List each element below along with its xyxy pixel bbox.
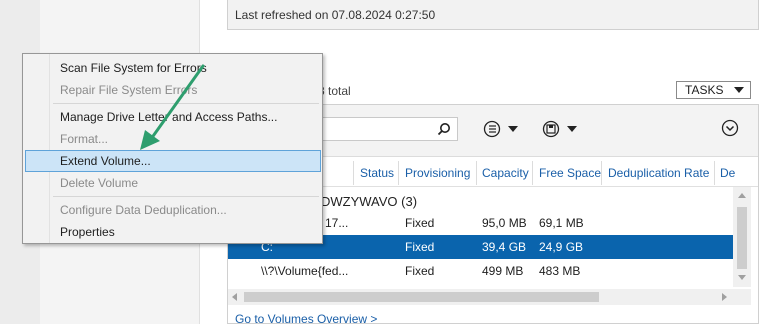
scroll-left-icon[interactable] (232, 293, 237, 301)
menu-item-extend-volume[interactable]: Extend Volume... (25, 150, 321, 172)
column-separator (714, 161, 715, 185)
column-header-de[interactable]: De (720, 166, 735, 180)
free-space-cell: 483 MB (539, 264, 581, 278)
menu-item-properties[interactable]: Properties (25, 221, 321, 243)
menu-item-scan-file-system[interactable]: Scan File System for Errors (25, 57, 321, 79)
capacity-cell: 95,0 MB (482, 216, 527, 230)
column-separator (532, 161, 533, 185)
volumes-overview-link[interactable]: Go to Volumes Overview > (235, 312, 377, 324)
search-icon[interactable] (437, 122, 451, 136)
menu-item-format: Format... (25, 128, 321, 150)
scroll-right-icon[interactable] (722, 293, 727, 301)
scroll-up-icon[interactable] (738, 193, 746, 198)
scrollbar-thumb[interactable] (244, 292, 599, 302)
scrollbar-thumb[interactable] (737, 207, 747, 269)
free-space-cell: 24,9 GB (539, 240, 584, 254)
horizontal-scrollbar[interactable] (228, 289, 733, 305)
column-header-deduplication-rate[interactable]: Deduplication Rate (608, 166, 709, 180)
menu-item-label: Properties (60, 225, 115, 239)
capacity-cell: 39,4 GB (482, 240, 527, 254)
column-header-status[interactable]: Status (360, 166, 394, 180)
menu-item-label: Configure Data Deduplication... (60, 203, 227, 217)
menu-item-delete-volume: Delete Volume (25, 172, 321, 194)
volume-cell: 17... (325, 216, 349, 230)
save-icon (542, 120, 577, 138)
last-refreshed-text: Last refreshed on 07.08.2024 0:27:50 (235, 8, 436, 22)
refresh-status-panel: Last refreshed on 07.08.2024 0:27:50 (227, 0, 759, 30)
volume-cell: \\?\Volume{fed... (261, 264, 349, 278)
menu-item-label: Manage Drive Letter and Access Paths... (60, 110, 278, 124)
column-separator (601, 161, 602, 185)
menu-item-label: Delete Volume (60, 176, 139, 190)
free-space-cell: 69,1 MB (539, 216, 584, 230)
menu-item-label: Extend Volume... (60, 154, 151, 168)
provisioning-cell: Fixed (405, 240, 435, 254)
server-group-label: DWZYWAVO (3) (321, 194, 418, 209)
menu-item-manage-drive-letter[interactable]: Manage Drive Letter and Access Paths... (25, 106, 321, 128)
chevron-down-circle-icon (721, 119, 739, 137)
menu-item-configure-deduplication: Configure Data Deduplication... (25, 199, 321, 221)
chevron-down-icon (734, 87, 744, 93)
menu-item-label: Format... (60, 132, 109, 146)
list-options-icon (483, 120, 518, 138)
menu-separator (53, 103, 319, 104)
list-options-button[interactable] (482, 119, 526, 139)
tasks-dropdown-button[interactable]: TASKS (676, 81, 751, 99)
column-separator (476, 161, 477, 185)
menu-item-repair-file-system: Repair File System Errors (25, 79, 321, 101)
vertical-scrollbar[interactable] (733, 187, 751, 287)
table-row[interactable]: \\?\Volume{fed... Fixed 499 MB 483 MB (228, 259, 733, 283)
column-separator (353, 161, 354, 185)
capacity-cell: 499 MB (482, 264, 524, 278)
save-query-button[interactable] (541, 119, 585, 139)
menu-item-label: Repair File System Errors (60, 83, 198, 97)
menu-separator (53, 196, 319, 197)
column-header-provisioning[interactable]: Provisioning (405, 166, 470, 180)
column-separator (398, 161, 399, 185)
scroll-down-icon[interactable] (738, 275, 746, 280)
collapse-button[interactable] (721, 119, 739, 137)
column-header-free-space[interactable]: Free Space (539, 166, 601, 180)
scrollbar-corner (733, 289, 751, 305)
context-menu: Scan File System for Errors Repair File … (22, 53, 323, 244)
provisioning-cell: Fixed (405, 216, 435, 230)
menu-item-label: Scan File System for Errors (60, 61, 207, 75)
provisioning-cell: Fixed (405, 264, 435, 278)
column-header-capacity[interactable]: Capacity (482, 166, 529, 180)
tasks-label: TASKS (685, 83, 724, 97)
